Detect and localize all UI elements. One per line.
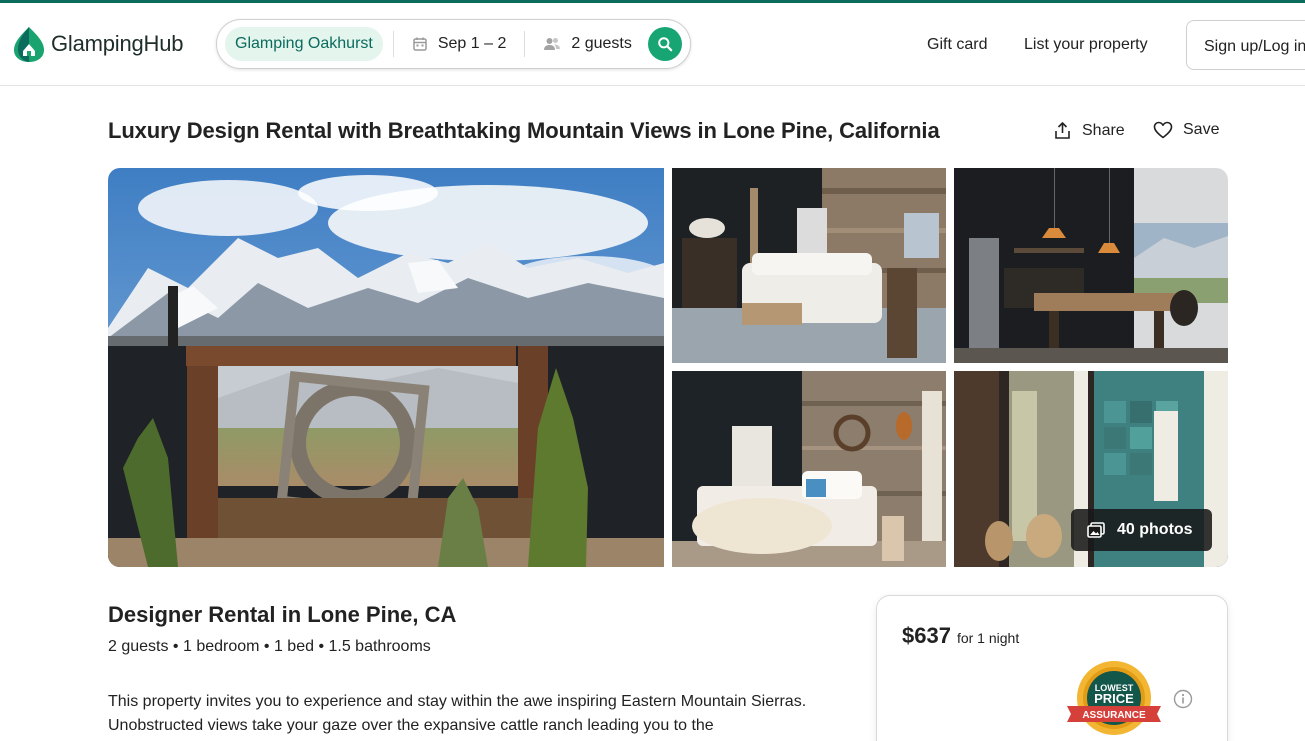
save-button[interactable]: Save [1153, 121, 1219, 139]
booking-card: $637 for 1 night LOWEST PRICE ASSURANCE [876, 595, 1228, 741]
search-divider [392, 31, 394, 57]
location-chip[interactable]: Glamping Oakhurst [225, 27, 383, 61]
price-unit: for 1 night [956, 630, 1020, 646]
signup-login-button[interactable]: Sign up/Log in [1186, 20, 1305, 70]
calendar-icon [413, 37, 427, 51]
bedroom-photo[interactable] [672, 371, 946, 567]
price-amount: $637 [902, 623, 951, 648]
info-icon[interactable] [1173, 689, 1193, 709]
share-label: Share [1082, 121, 1125, 139]
kitchen-photo[interactable] [954, 168, 1228, 363]
show-all-photos-button[interactable]: 40 photos [1071, 509, 1212, 551]
photos-icon [1087, 522, 1105, 538]
nav-gift-card[interactable]: Gift card [927, 36, 987, 54]
guests-icon [544, 38, 561, 50]
brand-name: GlampingHub [51, 31, 184, 56]
listing-title: Luxury Design Rental with Breathtaking M… [108, 118, 940, 143]
badge-line-3: ASSURANCE [1082, 710, 1146, 721]
main-photo[interactable] [108, 168, 664, 567]
listing-description: This property invites you to experience … [108, 693, 807, 734]
share-icon [1055, 122, 1070, 139]
photo-gallery: 40 photos [108, 168, 1228, 567]
guests-field[interactable]: 2 guests [535, 35, 639, 53]
nav-list-property[interactable]: List your property [1024, 36, 1148, 54]
logo-icon [14, 27, 44, 62]
site-header: GlampingHub Glamping Oakhurst Sep 1 – 2 [0, 3, 1305, 86]
brand-logo[interactable]: GlampingHub [11, 25, 184, 63]
listing-subtitle: Designer Rental in Lone Pine, CA [108, 602, 457, 627]
living-room-photo[interactable] [672, 168, 946, 363]
photos-count-label: 40 photos [1117, 521, 1193, 538]
search-button[interactable] [648, 27, 682, 61]
guests-value: 2 guests [571, 35, 632, 52]
listing-facts: 2 guests • 1 bedroom • 1 bed • 1.5 bathr… [108, 638, 431, 655]
search-bar[interactable]: Glamping Oakhurst Sep 1 – 2 2 guests [216, 19, 691, 69]
heart-icon [1153, 121, 1173, 139]
search-divider [524, 31, 526, 57]
badge-line-2: PRICE [1094, 691, 1134, 706]
price-row: $637 for 1 night [902, 623, 1019, 649]
lowest-price-badge-icon: LOWEST PRICE ASSURANCE [1067, 661, 1161, 735]
search-icon [658, 37, 673, 52]
dates-field[interactable]: Sep 1 – 2 [404, 35, 515, 53]
dates-value: Sep 1 – 2 [437, 35, 507, 52]
lowest-price-badge: LOWEST PRICE ASSURANCE [1065, 660, 1163, 740]
save-label: Save [1183, 121, 1220, 138]
share-button[interactable]: Share [1053, 121, 1125, 140]
